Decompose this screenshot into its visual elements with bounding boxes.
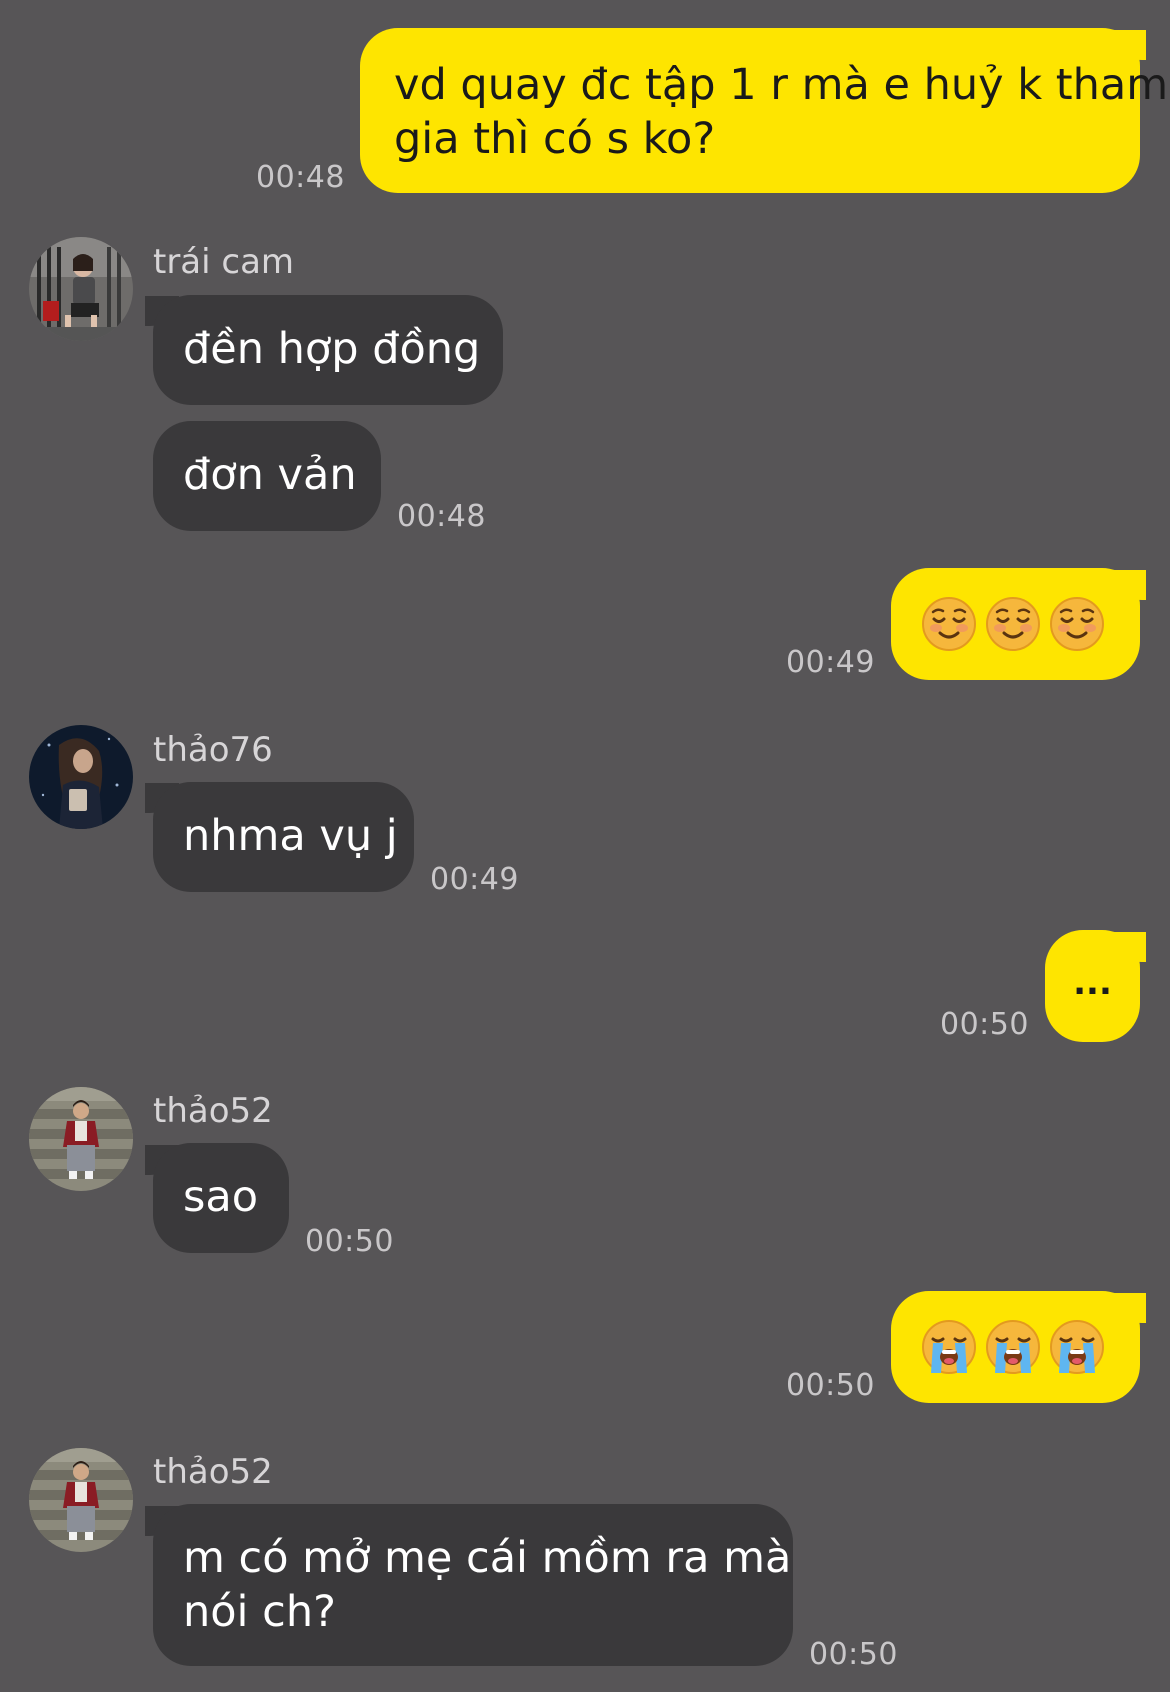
sender-name: trái cam — [153, 242, 295, 282]
message-timestamp: 00:50 — [786, 1368, 875, 1403]
incoming-message-bubble[interactable]: sao — [153, 1143, 289, 1253]
message-timestamp: 00:49 — [786, 645, 875, 680]
outgoing-message-bubble[interactable] — [891, 1291, 1140, 1403]
incoming-message-bubble[interactable]: đền hợp đồng — [153, 295, 503, 405]
message-text: vd quay đc tập 1 r mà e huỷ k tham — [394, 60, 1169, 110]
avatar-traicam[interactable] — [29, 237, 133, 341]
message-text: đơn vản — [183, 450, 357, 500]
loudly-crying-emoji — [922, 1320, 976, 1374]
message-timestamp: 00:49 — [430, 862, 519, 897]
message-timestamp: 00:50 — [305, 1224, 394, 1259]
message-timestamp: 00:50 — [809, 1637, 898, 1672]
outgoing-message-bubble[interactable]: vd quay đc tập 1 r mà e huỷ k tham gia t… — [360, 28, 1169, 193]
relieved-smile-emoji — [922, 597, 976, 651]
sender-name: thảo52 — [153, 1091, 273, 1131]
relieved-smile-emoji — [1050, 597, 1104, 651]
sender-name: thảo76 — [153, 730, 273, 770]
message-text: đền hợp đồng — [183, 324, 481, 374]
incoming-message-bubble[interactable]: m có mở mẹ cái mồm ra mà nói ch? — [153, 1504, 793, 1666]
outgoing-message-bubble[interactable] — [891, 568, 1140, 680]
sender-name: thảo52 — [153, 1452, 273, 1492]
loudly-crying-emoji — [986, 1320, 1040, 1374]
avatar-thao76[interactable] — [29, 725, 133, 829]
avatar-thao52[interactable] — [29, 1087, 133, 1191]
message-text: sao — [183, 1172, 259, 1222]
chat-thread[interactable]: 00:48 vd quay đc tập 1 r mà e huỷ k tham… — [0, 0, 1170, 1692]
incoming-message-bubble[interactable]: đơn vản — [153, 421, 381, 531]
loudly-crying-emoji — [1050, 1320, 1104, 1374]
message-timestamp: 00:48 — [397, 499, 486, 534]
message-text: nhma vụ j — [183, 811, 398, 861]
avatar-thao52[interactable] — [29, 1448, 133, 1552]
message-timestamp: 00:50 — [940, 1007, 1029, 1042]
message-timestamp: 00:48 — [256, 160, 345, 195]
message-text: ... — [1073, 963, 1112, 1003]
relieved-smile-emoji — [986, 597, 1040, 651]
incoming-message-bubble[interactable]: nhma vụ j — [153, 782, 414, 892]
message-text: m có mở mẹ cái mồm ra mà — [183, 1533, 792, 1583]
message-text: gia thì có s ko? — [394, 114, 716, 164]
outgoing-message-bubble[interactable]: ... — [1045, 930, 1140, 1042]
message-text: nói ch? — [183, 1587, 336, 1637]
